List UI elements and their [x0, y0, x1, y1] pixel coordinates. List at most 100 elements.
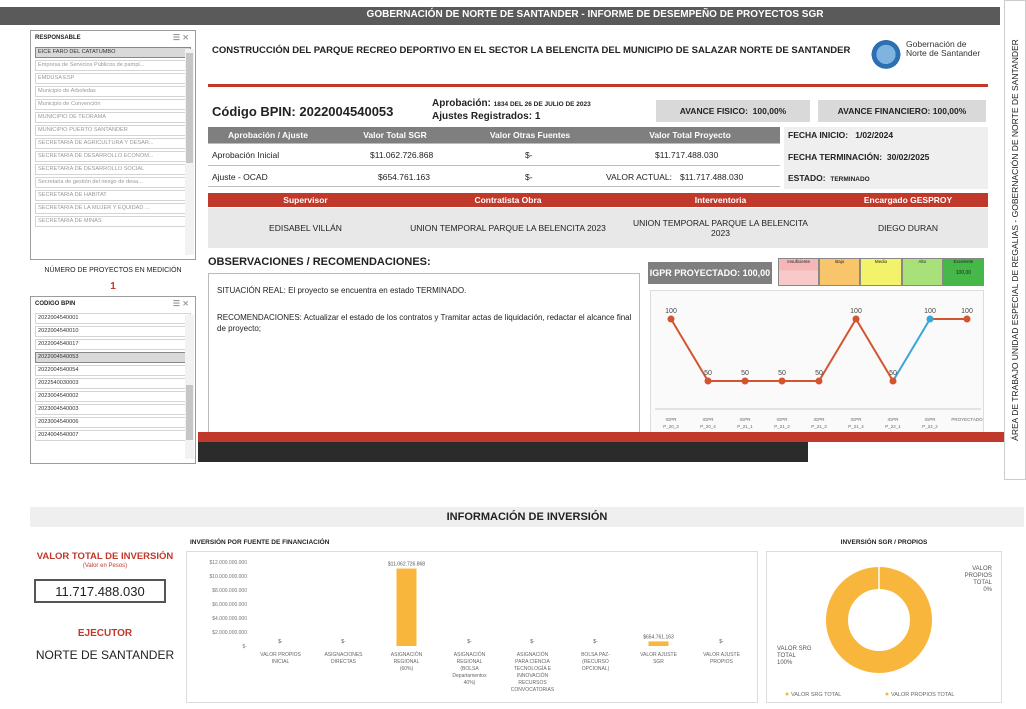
slice-label: PROPIOS — [965, 573, 992, 579]
x-tick-label: (60%) — [400, 666, 414, 672]
legend-marker — [885, 692, 889, 696]
responsable-item[interactable]: MUNICIPIO DE TEORAMA — [35, 112, 191, 123]
data-label: 50 — [704, 370, 712, 377]
table-cell: Aprobación Inicial — [212, 150, 280, 160]
tick-label: IGPR — [887, 417, 899, 422]
slice-label: TOTAL — [973, 580, 992, 586]
col-header: Valor Otras Fuentes — [489, 130, 571, 140]
data-point — [889, 377, 897, 385]
y-tick-label: $4.000.000.000 — [212, 616, 247, 622]
igpr-proyectado: IGPR PROYECTADO: 100,00 — [648, 262, 772, 284]
responsable-item[interactable]: Empresa de Servicios Públicos de pampl..… — [35, 60, 191, 71]
total-inv-label: VALOR TOTAL DE INVERSIÓN — [36, 551, 174, 562]
responsable-item[interactable]: SECRETARIA DE AGRICULTURA Y DESAR... — [35, 138, 191, 149]
slice-label: TOTAL — [777, 653, 796, 659]
ejecutor-value: NORTE DE SANTANDER — [35, 648, 175, 662]
scrollbar-thumb[interactable] — [186, 53, 193, 163]
tick-label: IGPR — [665, 417, 677, 422]
igpr-line-chart: 100 IGPR P_20_3 50 IGPR P_20_4 50 IGPR P_21_1 50 I… — [655, 308, 983, 429]
pie-chart-title: INVERSIÓN SGR / PROPIOS — [840, 539, 928, 546]
responsable-list: EICE FARO DEL CATATUMBO Empresa de Servic… — [31, 47, 195, 227]
aprobacion-value: 1834 DEL 26 DE JULIO DE 2023 — [493, 101, 591, 108]
codigo-item[interactable]: 2023004540003 — [35, 404, 191, 415]
table-cell: $- — [525, 150, 533, 160]
x-tick-label: ASIGNACIÓN — [391, 651, 423, 658]
codigo-item[interactable]: 2022004540017 — [35, 339, 191, 350]
x-tick-label: SGR — [653, 659, 664, 665]
scrollbar-thumb[interactable] — [186, 385, 193, 440]
filter-clear-icon[interactable]: ☰ ⨯ — [173, 299, 189, 308]
bpin-value: 2022004540053 — [299, 104, 394, 119]
codigo-item[interactable]: 2022004540053 — [35, 352, 191, 363]
responsable-item[interactable]: Secretaria de gestión del riesgo de desa… — [35, 177, 191, 188]
actor-header: Contratista Obra — [474, 195, 542, 205]
x-tick-label: (BOLSA — [460, 666, 479, 672]
responsable-header: RESPONSABLE ☰ ⨯ — [31, 31, 195, 47]
responsable-item[interactable]: EICE FARO DEL CATATUMBO — [35, 47, 191, 58]
x-tick-label: INICIAL — [272, 659, 290, 665]
ejecutor-label: EJECUTOR — [77, 628, 133, 639]
bar-chart-panel: $12.000.000.000 $10.000.000.000 $8.000.000… — [186, 551, 758, 703]
table-cell: $11.717.488.030 — [655, 150, 719, 160]
filter-clear-icon[interactable]: ☰ ⨯ — [173, 33, 189, 42]
x-tick-label: BOLSA PAZ- — [581, 652, 610, 658]
x-tick-label: DIRECTAS — [331, 659, 357, 665]
responsable-item[interactable]: SECRETARIA DE DESARROLLO ECONOM... — [35, 151, 191, 162]
actor-value: UNION TEMPORAL PARQUE LA BELENCITA 2023 — [633, 218, 808, 238]
slice-label: 100% — [777, 660, 793, 666]
tick-label: IGPR — [702, 417, 714, 422]
actor-value: EDISABEL VILLÁN — [269, 223, 342, 233]
codigo-item[interactable]: 2022004540054 — [35, 365, 191, 376]
igpr-scale-label: Insuficiente — [787, 259, 810, 264]
data-label: 50 — [815, 370, 823, 377]
gobernacion-logo: Gobernación de Norte de Santander — [870, 38, 990, 74]
x-tick-label: TECNOLOGÍA E — [514, 665, 552, 672]
x-tick-label: OPCIONAL) — [582, 666, 610, 672]
responsable-item[interactable]: EMDUSA ESP — [35, 73, 191, 84]
project-title: CONSTRUCCIÓN DEL PARQUE RECREO DEPORTIVO… — [212, 45, 851, 56]
data-point — [852, 315, 860, 323]
codigo-item[interactable]: 2023004540006 — [35, 417, 191, 428]
y-tick-label: $10.000.000.000 — [209, 574, 247, 580]
series-segment — [670, 318, 709, 382]
igpr-scale-label: Bajo — [835, 259, 845, 264]
sgr-propios-donut: VALORPROPIOSTOTAL0%VALOR SRGTOTAL100%VAL… — [777, 566, 993, 698]
responsable-item[interactable]: SECRETARIA DE DESARROLLO SOCIAL — [35, 164, 191, 175]
ajustes-label: Ajustes Registrados: — [432, 111, 533, 122]
shield-icon — [870, 40, 902, 72]
codigo-item[interactable]: 2022540030003 — [35, 378, 191, 389]
avance-fisico: AVANCE FISICO: 100,00% — [656, 100, 810, 122]
scrollbar[interactable] — [185, 49, 194, 255]
responsable-slicer[interactable]: RESPONSABLE ☰ ⨯ EICE FARO DEL CATATUMBO Em… — [30, 30, 196, 260]
codigo-item[interactable]: 2024004540007 — [35, 430, 191, 441]
actor-value: UNION TEMPORAL PARQUE LA BELENCITA 2023 — [410, 223, 606, 233]
codigo-item[interactable]: 2023004540002 — [35, 391, 191, 402]
x-tick-label: VALOR PROPIOS — [260, 652, 301, 658]
responsable-item[interactable]: MUNICIPIO PUERTO SANTANDER — [35, 125, 191, 136]
igpr-scale-label: Alto — [918, 259, 927, 264]
col-header: Valor Total SGR — [363, 130, 427, 140]
x-tick-label: PROPIOS — [710, 659, 733, 665]
tick-label: PROYECTADO — [951, 417, 983, 422]
x-tick-label: REGIONAL — [394, 659, 420, 665]
igpr-scale-value: 100,00 — [955, 270, 972, 276]
slice-label: VALOR SRG — [777, 646, 812, 652]
bar-value-label: $- — [467, 639, 472, 645]
responsable-item[interactable]: Municipio de Convención — [35, 99, 191, 110]
responsable-item[interactable]: SECRETARIA DE HABITAT — [35, 190, 191, 201]
estado-value: TERMINADO — [830, 176, 870, 183]
responsable-item[interactable]: SECRETARIA DE MINAS — [35, 216, 191, 227]
scrollbar[interactable] — [185, 315, 194, 459]
x-tick-label: VALOR AJUSTE — [640, 652, 678, 658]
fecha-inicio-label: FECHA INICIO: — [788, 130, 849, 140]
x-tick-label: REGIONAL — [457, 659, 483, 665]
avance-fisico-label: AVANCE FISICO: — [679, 106, 748, 116]
responsable-item[interactable]: SECRETARIA DE LA MUJER Y EQUIDAD ... — [35, 203, 191, 214]
codigo-item[interactable]: 2022004540001 — [35, 313, 191, 324]
side-tab[interactable]: ÁREA DE TRABAJO UNIDAD ESPECIAL DE REGAL… — [1004, 0, 1026, 480]
codigo-bpin-slicer[interactable]: CODIGO BPIN ☰ ⨯ 2022004540001 202200454001… — [30, 296, 196, 464]
codigo-item[interactable]: 2022004540010 — [35, 326, 191, 337]
responsable-item[interactable]: Municipio de Arboledas — [35, 86, 191, 97]
data-label: 50 — [889, 370, 897, 377]
header-bar: GOBERNACIÓN DE NORTE DE SANTANDER - INFO… — [0, 5, 1000, 27]
